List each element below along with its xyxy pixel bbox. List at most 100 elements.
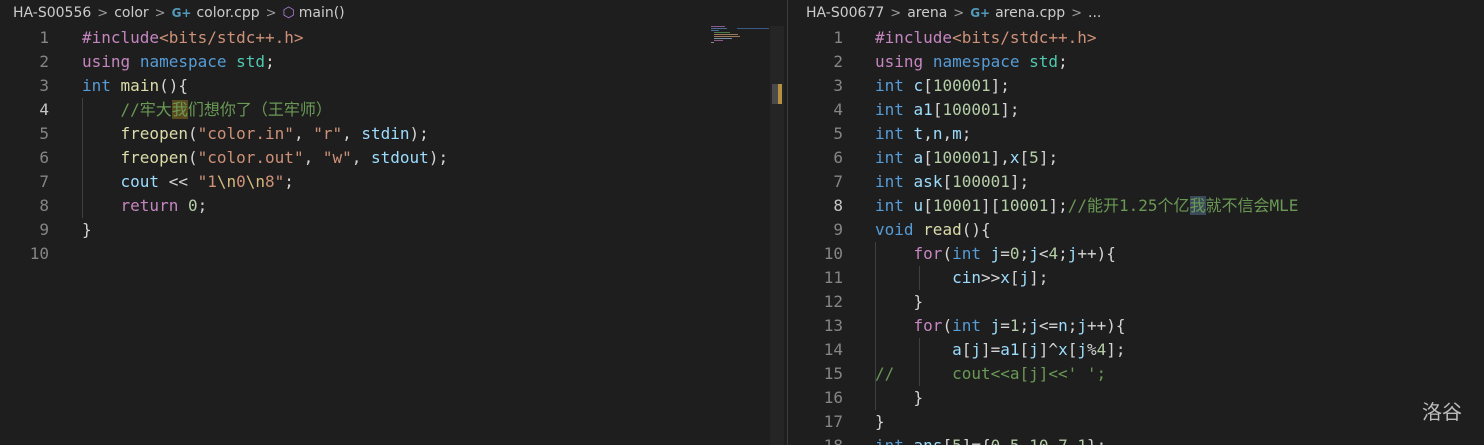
line-text: for(int j=1;j<=n;j++){ [913,316,1126,335]
code-line[interactable]: 7 cout << "1\n0\n8"; [0,170,770,194]
breadcrumb: HA-S00677 > arena > G+ arena.cpp > ... [789,0,1484,26]
code-line[interactable]: 9 void read(){ [789,218,1484,242]
code-line[interactable]: 9} [0,218,770,242]
line-text: int a[100001],x[5]; [875,148,1059,167]
line-text: int u[10001][10001];//能开1.25个亿我就不信会MLE [875,196,1299,215]
line-text: } [82,220,92,239]
line-number: 18 [789,434,843,445]
line-text: freopen("color.in", "r", stdin); [120,124,429,143]
line-text: for(int j=0;j<4;j++){ [913,244,1116,263]
line-number: 8 [833,196,843,215]
line-number: 13 [823,316,843,335]
line-text: int main(){ [82,76,188,95]
code-line[interactable]: 2 using namespace std; [789,50,1484,74]
line-number: 1 [833,28,843,47]
breadcrumb-symbol[interactable]: main() [299,5,345,21]
line-number: 10 [823,244,843,263]
code-line[interactable]: 2 using namespace std; [0,50,770,74]
code-line[interactable]: 18 int ans[5]={0,5,10,7,1}; [789,434,1484,445]
line-number: 12 [823,292,843,311]
line-text: freopen("color.out", "w", stdout); [120,148,449,167]
code-line[interactable]: 1 #include<bits/stdc++.h> [0,26,770,50]
line-text: } [875,412,885,431]
chevron-right-icon: > [953,5,965,21]
chevron-right-icon: > [154,5,166,21]
indent-guide [875,242,876,410]
code-line[interactable]: 5 freopen("color.in", "r", stdin); [0,122,770,146]
code-line[interactable]: 13 for(int j=1;j<=n;j++){ [789,314,1484,338]
code-editor[interactable]: 1 #include<bits/stdc++.h> 2 using namespac… [0,26,770,266]
line-number: 14 [823,340,843,359]
code-line[interactable]: 11 cin>>x[j]; [789,266,1484,290]
line-number: 7 [833,172,843,191]
code-line[interactable]: 8 return 0; [0,194,770,218]
breadcrumb: HA-S00556 > color > G+ color.cpp > ⬡ mai… [0,0,770,26]
code-line[interactable]: 14 a[j]=a1[j]^x[j%4]; [789,338,1484,362]
line-number: 9 [39,220,49,239]
code-line-active[interactable]: 8 int u[10001][10001];//能开1.25个亿我就不信会MLE [789,194,1484,218]
code-line[interactable]: 17} [789,410,1484,434]
breadcrumb-subfolder[interactable]: arena [907,5,947,21]
line-number: 1 [39,28,49,47]
line-text: //牢大我们想你了（王牢师） [82,100,332,119]
line-number: 4 [39,100,49,119]
code-line[interactable]: 3 int c[100001]; [789,74,1484,98]
line-text: int c[100001]; [875,76,1010,95]
line-text: int a1[100001]; [875,100,1020,119]
line-text: cin>>x[j]; [952,268,1049,287]
line-number: 3 [39,76,49,95]
code-line[interactable]: 4 int a1[100001]; [789,98,1484,122]
split-divider-line[interactable] [787,0,788,445]
line-number: 5 [39,124,49,143]
minimap[interactable] [711,26,769,46]
line-number: 4 [833,100,843,119]
breadcrumb-file[interactable]: color.cpp [196,5,259,21]
code-line[interactable]: 12 } [789,290,1484,314]
line-text: int ans[5]={0,5,10,7,1}; [875,434,1106,445]
code-line[interactable]: 1 #include<bits/stdc++.h> [789,26,1484,50]
code-line[interactable]: 6 int a[100001],x[5]; [789,146,1484,170]
cpp-file-icon: G+ [171,6,192,20]
line-text: int ask[100001]; [875,172,1030,191]
code-line[interactable]: 16 } [789,386,1484,410]
line-number: 9 [833,220,843,239]
line-number: 5 [833,124,843,143]
code-line[interactable]: 6 freopen("color.out", "w", stdout); [0,146,770,170]
breadcrumb-folder[interactable]: HA-S00677 [806,5,884,21]
chevron-right-icon: > [1071,5,1083,21]
cpp-file-icon: G+ [970,6,991,20]
line-number: 3 [833,76,843,95]
code-line[interactable]: 5 int t,n,m; [789,122,1484,146]
breadcrumb-file[interactable]: arena.cpp [995,5,1065,21]
line-text: #include<bits/stdc++.h> [875,28,1097,47]
line-number: 7 [39,172,49,191]
breadcrumb-folder[interactable]: HA-S00556 [13,5,91,21]
function-symbol-icon: ⬡ [282,5,295,21]
line-text: int t,n,m; [875,124,972,143]
line-text: void read(){ [875,220,991,239]
indent-guide [919,266,920,290]
code-line[interactable]: 3 int main(){ [0,74,770,98]
line-text: a[j]=a1[j]^x[j%4]; [952,340,1126,359]
line-text: using namespace std; [875,52,1068,71]
line-number: 15 [823,364,843,383]
code-editor[interactable]: 1 #include<bits/stdc++.h> 2 using namespac… [789,26,1484,445]
code-line[interactable]: 7 int ask[100001]; [789,170,1484,194]
breadcrumb-more[interactable]: ... [1088,5,1101,21]
chevron-right-icon: > [97,5,109,21]
left-editor-pane[interactable]: HA-S00556 > color > G+ color.cpp > ⬡ mai… [0,0,770,445]
code-line[interactable]: 10 [0,242,770,266]
line-number: 6 [833,148,843,167]
chevron-right-icon: > [265,5,277,21]
indent-guide [82,98,83,218]
indent-guide [919,338,920,386]
line-text: } [875,292,924,311]
code-line-active[interactable]: 4 //牢大我们想你了（王牢师） [0,98,770,122]
right-editor-pane[interactable]: HA-S00677 > arena > G+ arena.cpp > ... 1… [789,0,1484,445]
line-number: 10 [29,244,49,263]
breadcrumb-subfolder[interactable]: color [114,5,148,21]
line-text: using namespace std; [82,52,275,71]
code-line[interactable]: 15 // cout<<a[j]<<' '; [789,362,1484,386]
line-text: // cout<<a[j]<<' '; [875,364,1107,383]
code-line[interactable]: 10 for(int j=0;j<4;j++){ [789,242,1484,266]
